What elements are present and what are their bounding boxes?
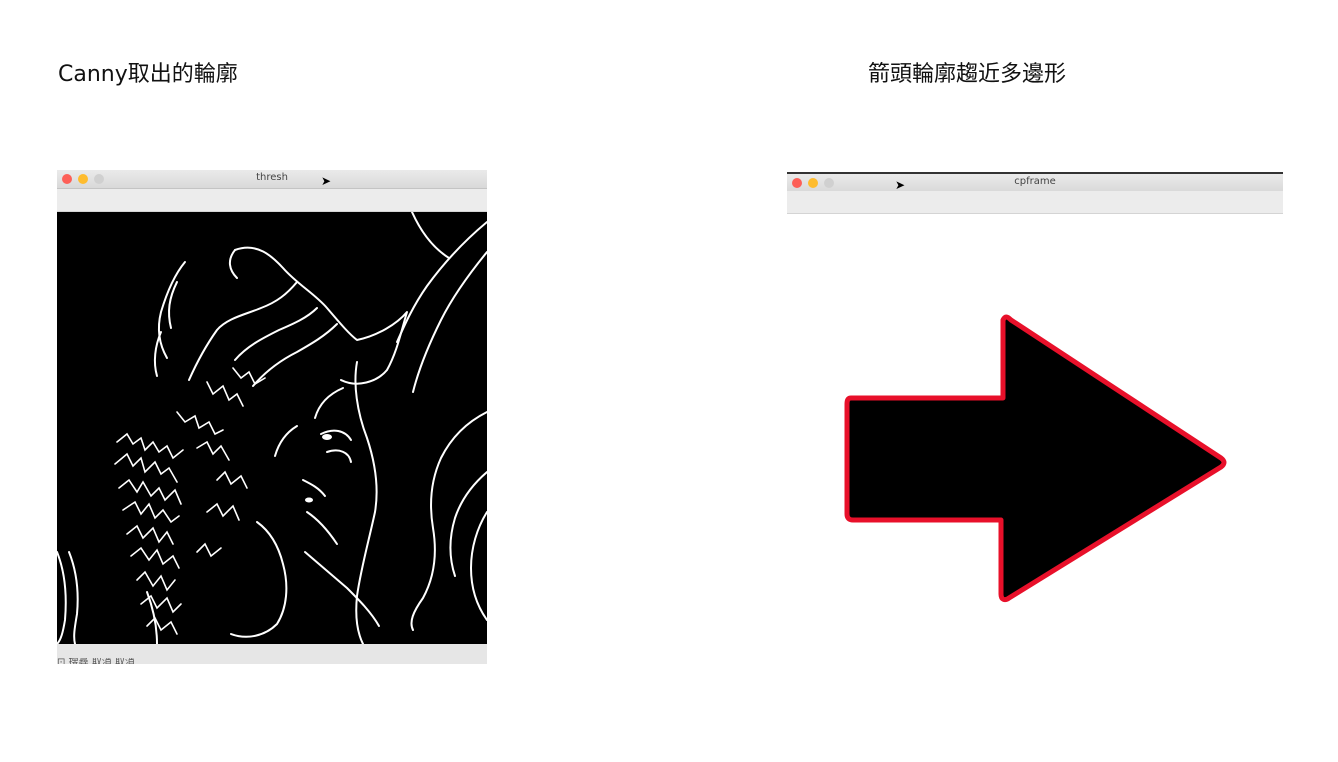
window-toolbar [787, 191, 1283, 214]
caption-arrow-polygon: 箭頭輪廓趨近多邊形 [868, 62, 1067, 87]
arrow-polygon-image [787, 214, 1283, 684]
arrow-polygon [844, 314, 1227, 603]
window-toolbar [57, 189, 487, 212]
status-text: ⊡ 搜尋 取消 取消 [57, 658, 135, 664]
arrow-drawing [844, 314, 1227, 603]
edge-drawing [56, 211, 488, 645]
cursor-icon: ➤ [321, 174, 332, 188]
canny-edge-image [56, 211, 488, 645]
cpframe-window: cpframe ➤ [787, 170, 1283, 686]
caption-canny-contours: Canny取出的輪廓 [58, 62, 238, 87]
window-titlebar[interactable]: thresh ➤ [57, 170, 487, 189]
thresh-window: thresh ➤ ⊡ 搜尋 取消 取消 [56, 170, 488, 664]
window-titlebar[interactable]: cpframe ➤ [787, 172, 1283, 193]
window-title: thresh [256, 172, 288, 183]
status-bar: ⊡ 搜尋 取消 取消 [57, 644, 487, 664]
cursor-icon: ➤ [895, 178, 906, 192]
window-title: cpframe [1014, 176, 1056, 187]
